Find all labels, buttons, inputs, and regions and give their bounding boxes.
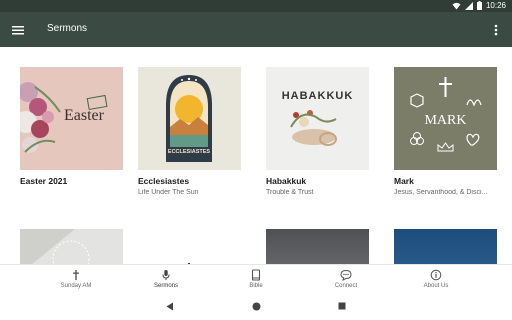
series-artwork-mark[interactable]: MARK bbox=[394, 67, 497, 170]
series-artwork[interactable] bbox=[138, 229, 241, 264]
nav-label: About Us bbox=[423, 283, 449, 289]
nav-label: Bible bbox=[249, 283, 263, 289]
nav-label: Sunday AM bbox=[60, 283, 92, 289]
series-art-text: MARK bbox=[424, 113, 467, 128]
nav-item-about-us[interactable]: About Us bbox=[401, 269, 471, 289]
series-card-mark[interactable]: MARK Mark Jesus, Servanthood, & Disci... bbox=[394, 67, 497, 196]
system-navigation-bar bbox=[0, 294, 512, 320]
series-artwork[interactable] bbox=[266, 229, 369, 264]
bottom-navigation: Sunday AM Sermons Bible Connect About Us bbox=[0, 264, 512, 294]
nav-item-sermons[interactable]: Sermons bbox=[131, 269, 201, 289]
series-title: Ecclesiastes bbox=[138, 176, 190, 186]
series-card[interactable] bbox=[138, 229, 241, 264]
series-artwork-ecclesiastes[interactable]: ECCLESIASTES bbox=[138, 67, 241, 170]
back-icon[interactable] bbox=[166, 302, 174, 311]
signal-icon bbox=[464, 1, 473, 10]
status-icons: 10:26 bbox=[452, 1, 506, 10]
series-art-text: Easter bbox=[64, 107, 104, 124]
series-title: Easter 2021 bbox=[20, 176, 68, 186]
series-card-ecclesiastes[interactable]: ECCLESIASTES Ecclesiastes Life Under The… bbox=[138, 67, 241, 196]
dried-flowers-artwork bbox=[290, 110, 337, 146]
series-artwork[interactable] bbox=[20, 229, 123, 264]
series-title: Mark bbox=[394, 176, 414, 186]
series-card[interactable] bbox=[394, 229, 497, 264]
status-bar: 10:26 bbox=[0, 0, 512, 12]
series-title: Habakkuk bbox=[266, 176, 307, 186]
series-card-habakkuk[interactable]: HABAKKUK Habakkuk Trouble & Trust bbox=[266, 67, 369, 196]
microphone-icon bbox=[162, 270, 170, 280]
series-card-easter[interactable]: Easter Easter 2021 bbox=[20, 67, 123, 186]
hamburger-menu-icon[interactable] bbox=[10, 22, 26, 38]
app-bar: Sermons bbox=[0, 12, 512, 47]
series-subtitle: Life Under The Sun bbox=[138, 189, 199, 196]
battery-icon bbox=[476, 1, 482, 10]
series-subtitle: Trouble & Trust bbox=[266, 189, 314, 196]
cross-icon bbox=[73, 270, 79, 280]
home-icon[interactable] bbox=[252, 302, 261, 311]
status-time: 10:26 bbox=[485, 1, 506, 10]
nav-item-connect[interactable]: Connect bbox=[311, 269, 381, 289]
recents-icon[interactable] bbox=[338, 302, 346, 310]
series-artwork-easter[interactable]: Easter bbox=[20, 67, 123, 170]
nav-item-sunday-am[interactable]: Sunday AM bbox=[41, 269, 111, 289]
book-icon bbox=[251, 269, 261, 281]
info-icon bbox=[430, 269, 442, 281]
abstract-artwork bbox=[20, 229, 90, 264]
sermon-series-grid: Easter Easter 2021 ECCLESIASTES Ecclesia… bbox=[0, 47, 512, 264]
series-art-text: HABAKKUK bbox=[281, 90, 354, 102]
series-artwork-habakkuk[interactable]: HABAKKUK bbox=[266, 67, 369, 170]
nav-label: Sermons bbox=[153, 283, 178, 289]
abstract-artwork bbox=[188, 263, 190, 264]
series-card[interactable] bbox=[20, 229, 123, 264]
page-title: Sermons bbox=[47, 23, 88, 34]
series-artwork[interactable] bbox=[394, 229, 497, 264]
series-art-text: ECCLESIASTES bbox=[167, 149, 211, 155]
chat-icon bbox=[340, 269, 352, 281]
wifi-icon bbox=[452, 2, 461, 9]
nav-item-bible[interactable]: Bible bbox=[221, 269, 291, 289]
series-card[interactable] bbox=[266, 229, 369, 264]
series-subtitle: Jesus, Servanthood, & Disci... bbox=[394, 189, 488, 196]
more-options-icon[interactable] bbox=[490, 22, 502, 38]
nav-label: Connect bbox=[334, 283, 358, 289]
